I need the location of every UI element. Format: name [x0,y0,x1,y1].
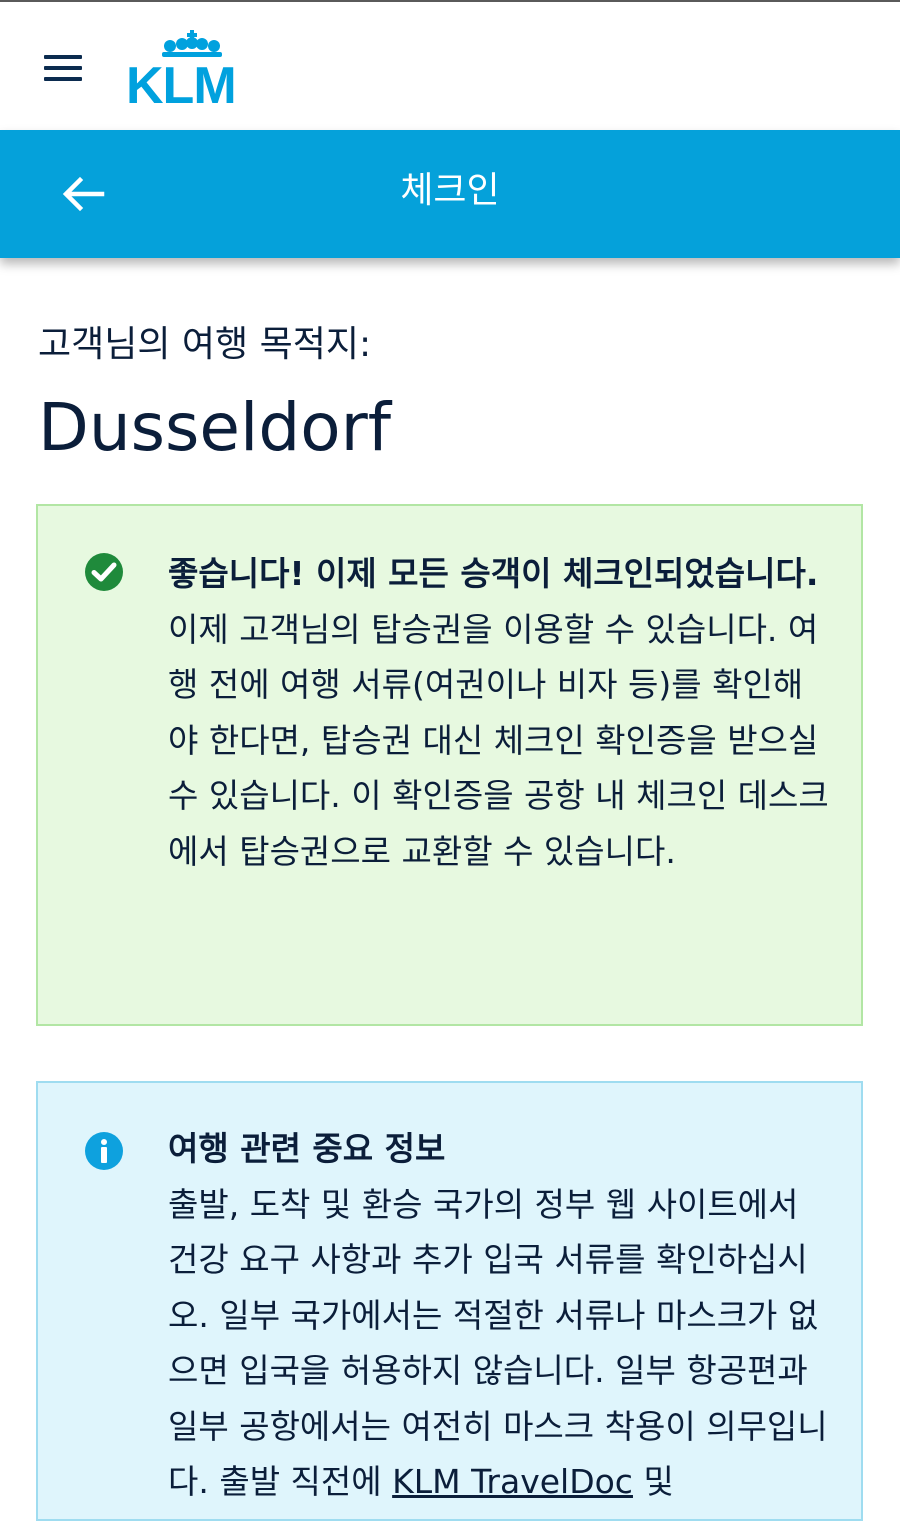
success-notice-title: 좋습니다! 이제 모든 승객이 체크인되었습니다. [168,554,819,593]
hamburger-menu-icon[interactable] [44,55,84,83]
info-notice-text: 출발, 도착 및 환승 국가의 정부 웹 사이트에서 건강 요구 사항과 추가 … [168,1177,831,1510]
klm-logo-text: KLM [126,57,237,115]
info-notice-text-after: 및 [632,1462,674,1501]
info-circle-icon [85,1132,123,1170]
klm-traveldoc-link[interactable]: KLM TravelDoc [392,1462,633,1501]
info-notice-content: 여행 관련 중요 정보 출발, 도착 및 환승 국가의 정부 웹 사이트에서 건… [168,1121,831,1510]
destination-label: 고객님의 여행 목적지: [38,324,372,365]
info-notice-title: 여행 관련 중요 정보 [168,1129,446,1168]
success-notice-content: 좋습니다! 이제 모든 승객이 체크인되었습니다. 이제 고객님의 탑승권을 이… [168,546,831,879]
info-notice-text-before: 출발, 도착 및 환승 국가의 정부 웹 사이트에서 건강 요구 사항과 추가 … [168,1184,828,1502]
success-notice-text: 이제 고객님의 탑승권을 이용할 수 있습니다. 여행 전에 여행 서류(여권이… [168,609,829,871]
destination-city: Dusseldorf [38,389,392,466]
checkin-header: 체크인 [0,130,900,258]
travel-info-notice: 여행 관련 중요 정보 출발, 도착 및 환승 국가의 정부 웹 사이트에서 건… [36,1081,863,1521]
checkin-success-notice: 좋습니다! 이제 모든 승객이 체크인되었습니다. 이제 고객님의 탑승권을 이… [36,504,863,1026]
page-title: 체크인 [400,170,500,211]
klm-logo[interactable]: KLM [126,30,256,115]
top-navigation-bar: KLM [0,0,900,130]
check-circle-icon [85,553,123,591]
